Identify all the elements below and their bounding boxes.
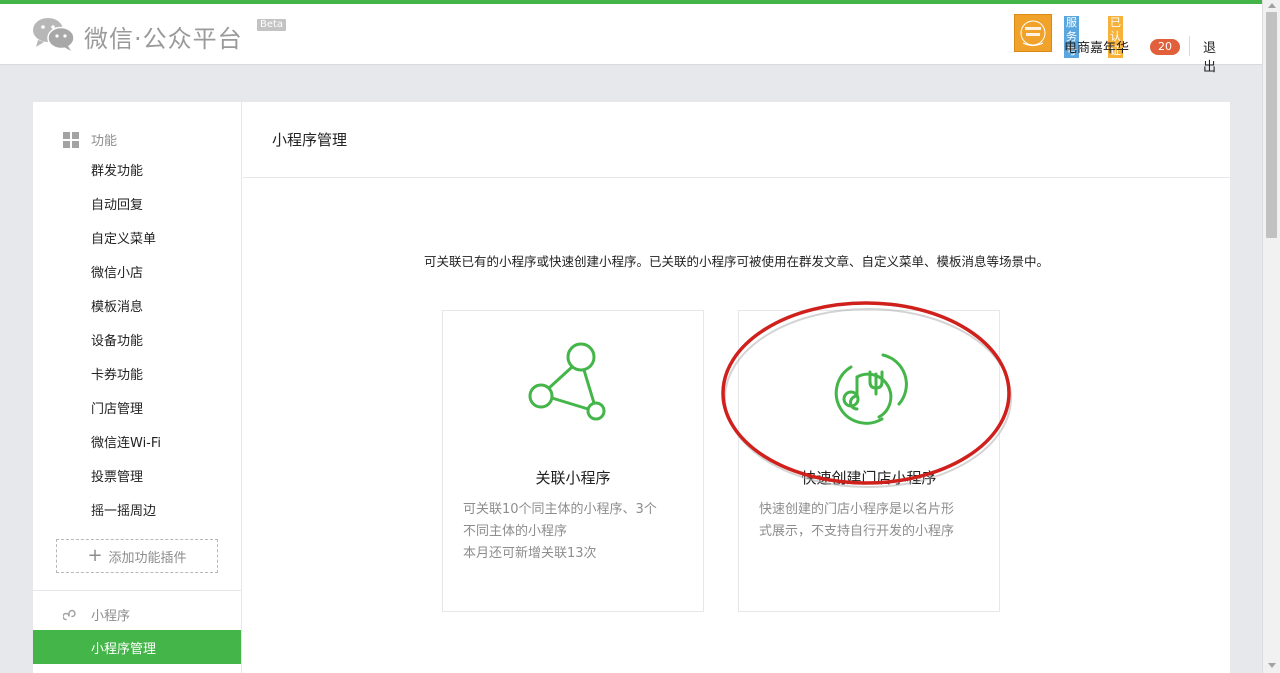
sidebar-item-template-message[interactable]: 模板消息 [91, 299, 143, 317]
page-header: 微信·公众平台 Beta 服务号 已认证 电商嘉年华 20 退出 [0, 4, 1262, 75]
grid-icon [63, 131, 79, 148]
card-title: 快速创建门店小程序 [801, 469, 937, 487]
sidebar-item-store-management[interactable]: 门店管理 [91, 401, 143, 419]
sidebar-item-shake[interactable]: 摇一摇周边 [91, 503, 156, 521]
intro-text: 可关联已有的小程序或快速创建小程序。已关联的小程序可被使用在群发文章、自定义菜单… [423, 254, 1049, 269]
logout-link[interactable]: 退出 [1203, 37, 1216, 75]
card-description: 可关联10个同主体的小程序、3个 不同主体的小程序 本月还可新增关联13次 [463, 499, 683, 565]
card-desc-line: 不同主体的小程序 [463, 524, 568, 539]
card-desc-line: 快速创建的门店小程序是以名片形 [759, 502, 955, 517]
sidebar-item-device[interactable]: 设备功能 [91, 333, 143, 351]
content-container: 功能 群发功能 自动回复 自定义菜单 微信小店 模板消息 设备功能 卡券功能 门… [32, 101, 1231, 673]
wechat-logo-icon [32, 16, 76, 56]
account-name[interactable]: 电商嘉年华 [1064, 37, 1129, 56]
sidebar-item-mass-send[interactable]: 群发功能 [91, 163, 143, 181]
nav-group-function: 功能 [63, 130, 117, 149]
miniprogram-icon [62, 607, 79, 623]
platform-name: 微信·公众平台 [84, 24, 243, 53]
link-miniprogram-card[interactable]: 关联小程序 可关联10个同主体的小程序、3个 不同主体的小程序 本月还可新增关联… [442, 310, 704, 612]
sidebar-item-wechat-shop[interactable]: 微信小店 [91, 265, 143, 283]
store-fork-icon [739, 339, 999, 429]
card-desc-line: 可关联10个同主体的小程序、3个 [463, 502, 657, 517]
account-avatar[interactable] [1014, 14, 1052, 52]
sidebar-item-custom-menu[interactable]: 自定义菜单 [91, 231, 156, 249]
card-desc-line: 本月还可新增关联13次 [463, 546, 597, 561]
nav-group-miniprogram-title: 小程序 [91, 609, 131, 624]
page-title: 小程序管理 [243, 102, 1230, 178]
sidebar-item-wifi[interactable]: 微信连Wi-Fi [91, 435, 161, 453]
nav-group-miniprogram: 小程序 [62, 605, 131, 624]
create-store-miniprogram-card[interactable]: 快速创建门店小程序 快速创建的门店小程序是以名片形 式展示，不支持自行开发的小程… [738, 310, 1000, 612]
header-divider [1189, 36, 1190, 56]
card-description: 快速创建的门店小程序是以名片形 式展示，不支持自行开发的小程序 [759, 499, 979, 543]
scroll-thumb[interactable] [1266, 12, 1277, 238]
sidebar-item-auto-reply[interactable]: 自动回复 [91, 197, 143, 215]
sidebar-item-vote[interactable]: 投票管理 [91, 469, 143, 487]
card-title: 关联小程序 [535, 469, 611, 487]
main-panel: 小程序管理 可关联已有的小程序或快速创建小程序。已关联的小程序可被使用在群发文章… [243, 102, 1230, 673]
sidebar: 功能 群发功能 自动回复 自定义菜单 微信小店 模板消息 设备功能 卡券功能 门… [33, 102, 242, 673]
scroll-down-arrow-icon[interactable] [1268, 663, 1276, 668]
scroll-up-arrow-icon[interactable] [1268, 3, 1276, 8]
add-plugin-label: 添加功能插件 [108, 550, 187, 566]
sidebar-item-label: 小程序管理 [91, 642, 157, 657]
beta-badge: Beta [257, 19, 287, 31]
sidebar-divider [33, 590, 241, 591]
sidebar-item-miniprogram-management[interactable]: 小程序管理 [33, 630, 241, 664]
sidebar-item-card-coupon[interactable]: 卡券功能 [91, 367, 143, 385]
message-count-badge[interactable]: 20 [1150, 39, 1180, 55]
card-desc-line: 式展示，不支持自行开发的小程序 [759, 524, 955, 539]
nav-group-function-title: 功能 [91, 134, 118, 149]
plus-icon: + [87, 545, 103, 566]
add-plugin-button[interactable]: + 添加功能插件 [56, 539, 218, 573]
platform-logo[interactable]: 微信·公众平台 [32, 18, 243, 54]
link-nodes-icon [443, 339, 703, 429]
page-scrollbar[interactable] [1262, 0, 1280, 673]
